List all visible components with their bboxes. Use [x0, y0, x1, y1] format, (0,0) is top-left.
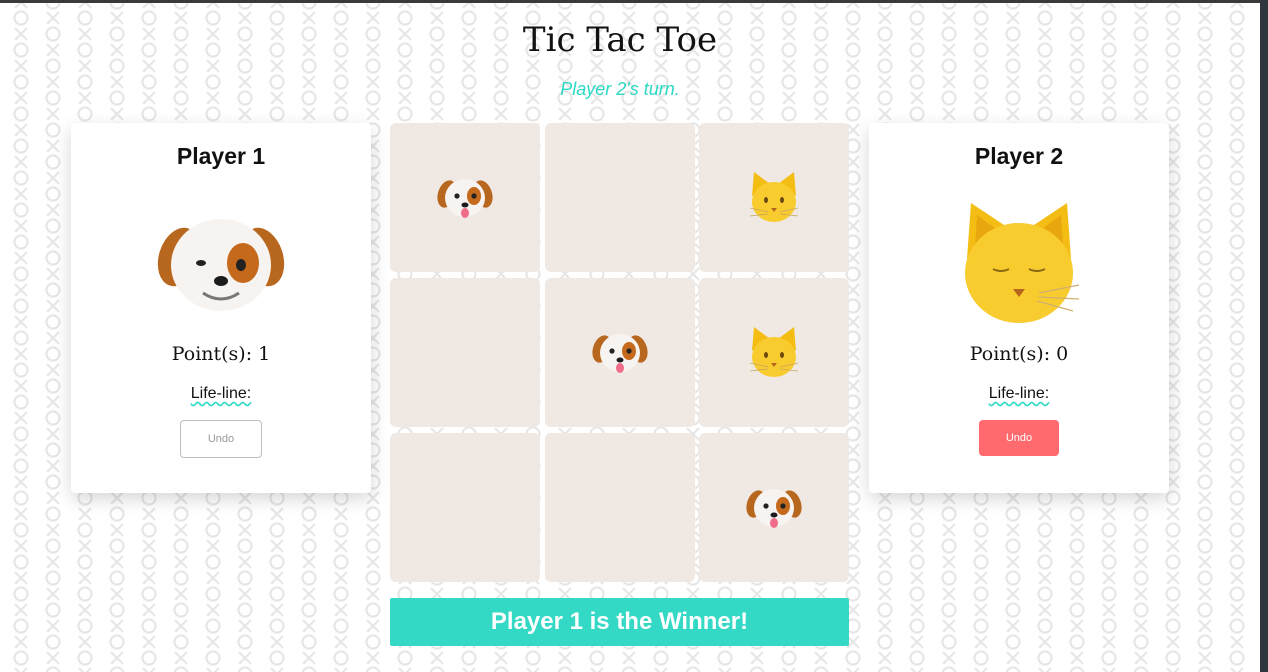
cat-mark-icon [744, 168, 804, 228]
winner-banner: Player 1 is the Winner! [390, 598, 849, 646]
board-cell[interactable] [390, 278, 540, 427]
window-edge [1260, 0, 1268, 672]
cat-mark-icon [744, 323, 804, 383]
dog-mark-icon [590, 323, 650, 383]
dog-avatar-icon [157, 219, 285, 311]
board-cell[interactable] [390, 433, 540, 582]
player-2-lifeline-text: Life-line: [988, 385, 1050, 402]
board-cell[interactable] [545, 433, 695, 582]
player-1-card: Player 1 Point(s): 1 Life-line: Undo [71, 123, 371, 493]
cat-avatar-icon [965, 203, 1080, 323]
board-cell[interactable] [699, 123, 849, 272]
dog-mark-icon [744, 478, 804, 538]
turn-indicator: Player 2's turn. [560, 79, 680, 99]
player-2-points: Point(s): 0 [969, 343, 1069, 365]
player-2-undo-button[interactable]: Undo [979, 420, 1059, 456]
dog-mark-icon [435, 168, 495, 228]
game-board [390, 123, 849, 582]
player-1-lifeline-text: Life-line: [190, 385, 252, 402]
board-cell[interactable] [545, 123, 695, 272]
board-cell[interactable] [699, 433, 849, 582]
player-2-card: Player 2 Point(s): 0 Life-line: Undo [869, 123, 1169, 493]
page-title: Tic Tac Toe [522, 20, 718, 60]
player-1-name: Player 1 [176, 143, 266, 169]
player-1-lifeline-label: Life-line: [71, 385, 371, 403]
board-cell[interactable] [545, 278, 695, 427]
player-1-points: Point(s): 1 [171, 343, 271, 365]
player-2-lifeline-label: Life-line: [869, 385, 1169, 403]
board-cell[interactable] [390, 123, 540, 272]
player-2-name: Player 2 [974, 143, 1064, 169]
player-1-undo-button[interactable]: Undo [180, 420, 262, 458]
board-cell[interactable] [699, 278, 849, 427]
